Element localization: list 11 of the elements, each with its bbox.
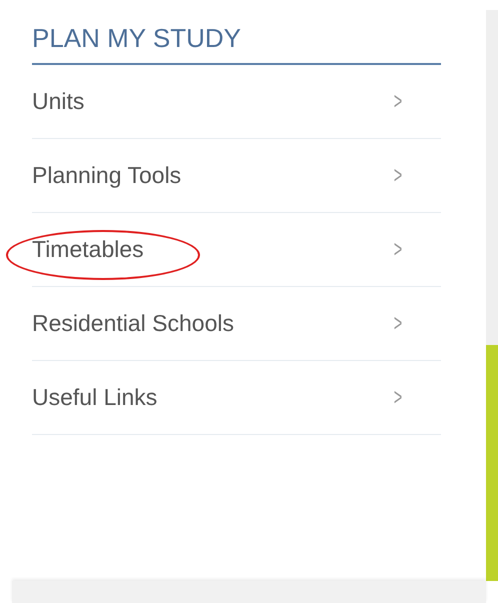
chevron-icon: > bbox=[394, 310, 402, 338]
chevron-icon: > bbox=[394, 162, 402, 190]
menu-item[interactable]: Planning Tools > bbox=[32, 139, 441, 213]
chevron-icon: > bbox=[394, 236, 402, 264]
menu-item[interactable]: Units > bbox=[32, 65, 441, 139]
chevron-icon: > bbox=[394, 384, 402, 412]
menu-item[interactable]: Useful Links > bbox=[32, 361, 441, 435]
menu-item[interactable]: Timetables > bbox=[32, 213, 441, 287]
chevron-icon: > bbox=[394, 88, 402, 116]
section-heading: PLAN MY STUDY bbox=[32, 20, 441, 65]
menu-item[interactable]: Residential Schools > bbox=[32, 287, 441, 361]
